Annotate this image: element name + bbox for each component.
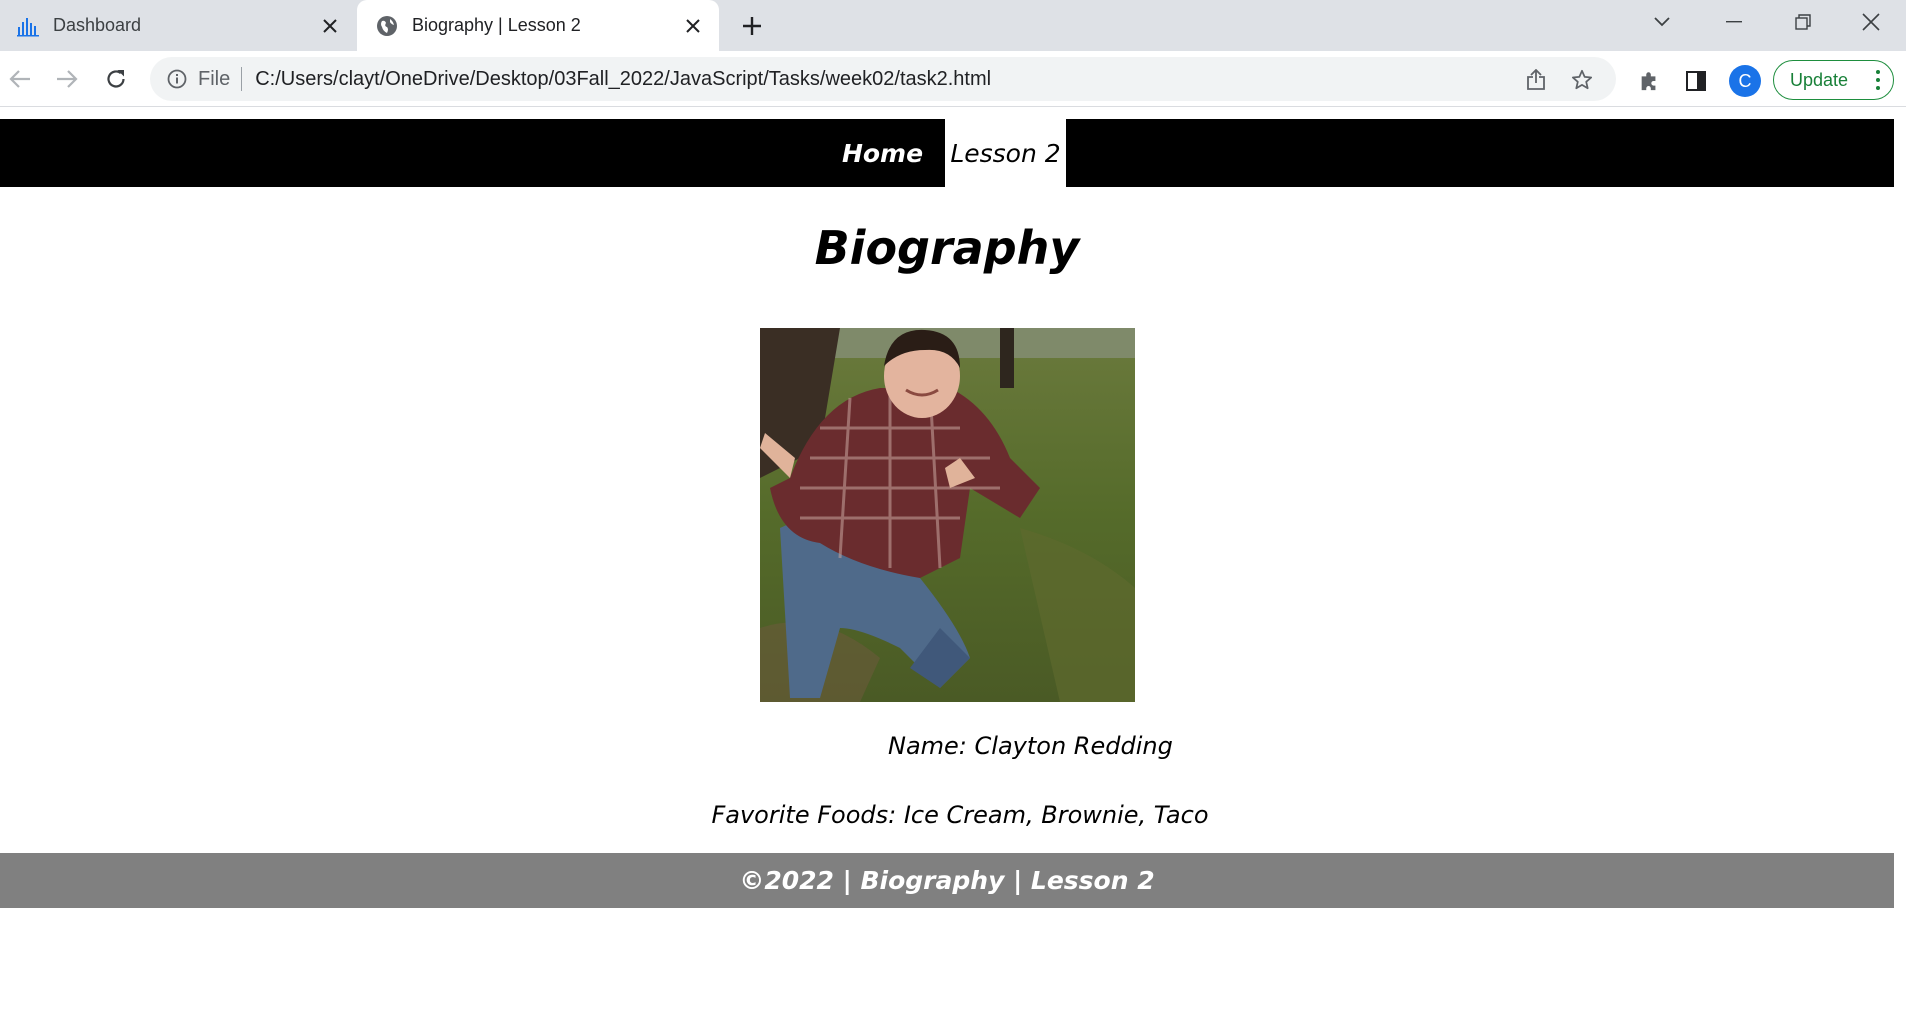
arrow-right-icon <box>57 70 78 88</box>
chevron-down-icon <box>1654 17 1670 27</box>
favorite-foods-text: Favorite Foods: Ice Cream, Brownie, Taco <box>711 801 1209 829</box>
tab-strip: Dashboard Biography | Lesson 2 <box>0 0 1906 51</box>
browser-toolbar: File C:/Users/clayt/OneDrive/Desktop/03F… <box>0 51 1906 107</box>
minimize-button[interactable] <box>1701 0 1767 44</box>
scheme-label: File <box>198 67 231 90</box>
page-title: Biography <box>814 221 1080 275</box>
tab-title: Biography | Lesson 2 <box>412 15 581 35</box>
extensions-puzzle-icon[interactable] <box>1636 68 1662 94</box>
close-tab-icon[interactable] <box>316 12 344 40</box>
plus-icon <box>743 17 761 35</box>
footer-text: ©2022 | Biography | Lesson 2 <box>739 866 1155 895</box>
info-icon[interactable] <box>166 68 188 90</box>
nav-link-home[interactable]: Home <box>820 119 945 187</box>
url-text[interactable]: C:/Users/clayt/OneDrive/Desktop/03Fall_2… <box>255 68 991 91</box>
close-window-button[interactable] <box>1838 0 1904 44</box>
new-tab-button[interactable] <box>736 10 768 42</box>
globe-icon <box>376 15 398 37</box>
minimize-icon <box>1726 21 1742 23</box>
reload-button[interactable] <box>96 59 136 99</box>
bookmark-star-icon[interactable] <box>1570 68 1594 92</box>
bar-chart-icon <box>17 15 39 37</box>
nav-link-lesson-2[interactable]: Lesson 2 <box>945 119 1066 187</box>
back-button[interactable] <box>0 59 40 99</box>
tab-dashboard[interactable]: Dashboard <box>0 0 356 51</box>
web-page: Home Lesson 2 Biography Name: Clayton Re… <box>0 108 1894 1014</box>
page-footer: ©2022 | Biography | Lesson 2 <box>0 853 1894 908</box>
side-panel-icon[interactable] <box>1683 68 1709 94</box>
restore-button[interactable] <box>1770 0 1836 44</box>
name-text: Name: Clayton Redding <box>888 732 1173 760</box>
update-label: Update <box>1790 69 1849 90</box>
restore-icon <box>1795 14 1811 30</box>
update-button[interactable]: Update <box>1773 60 1894 100</box>
tab-title: Dashboard <box>53 15 142 35</box>
forward-button[interactable] <box>47 59 87 99</box>
reload-icon <box>107 70 125 88</box>
close-tab-icon[interactable] <box>679 12 707 40</box>
profile-photo <box>760 328 1135 702</box>
site-navigation: Home Lesson 2 <box>0 119 1894 187</box>
profile-avatar[interactable]: C <box>1729 65 1761 97</box>
tab-biography[interactable]: Biography | Lesson 2 <box>357 0 719 51</box>
tab-search-button[interactable] <box>1629 0 1695 44</box>
arrow-left-icon <box>9 70 30 88</box>
more-menu-icon[interactable] <box>1875 70 1881 90</box>
share-icon[interactable] <box>1524 68 1548 92</box>
address-bar[interactable]: File C:/Users/clayt/OneDrive/Desktop/03F… <box>150 57 1616 101</box>
close-icon <box>1862 13 1880 31</box>
divider <box>241 67 243 91</box>
